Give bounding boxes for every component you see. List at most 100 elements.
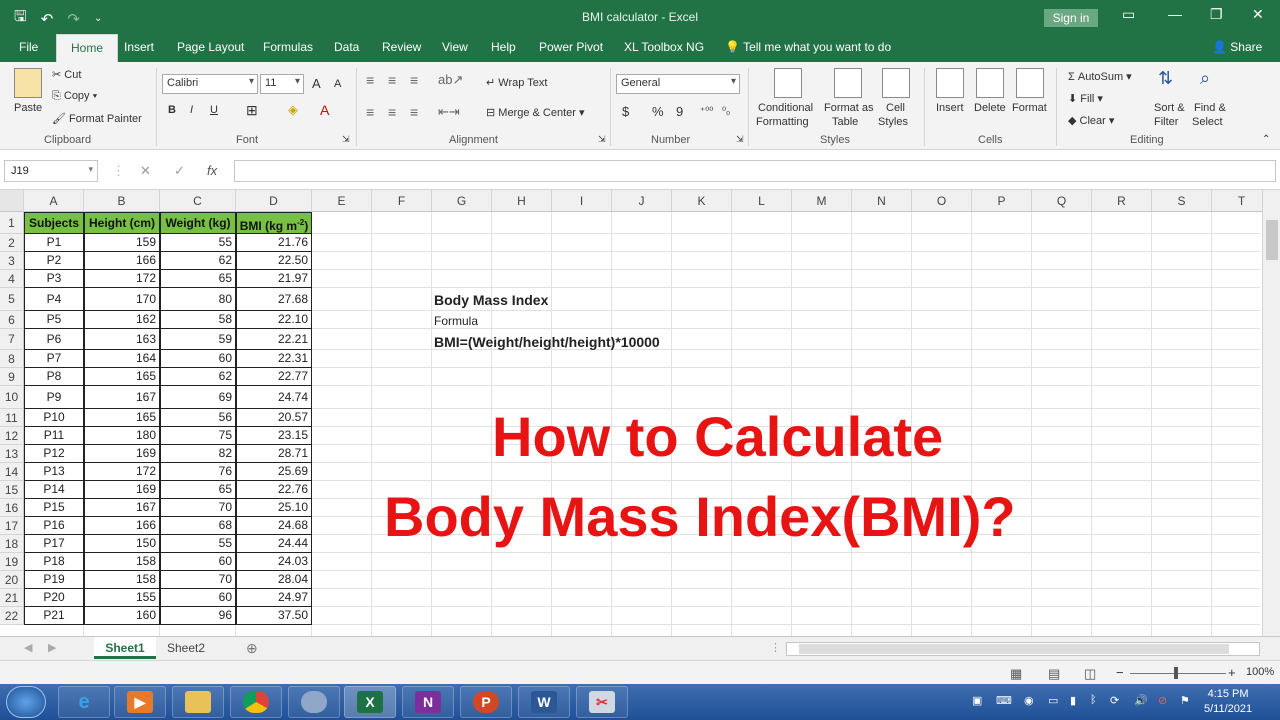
tray-network-icon[interactable]: ▮ xyxy=(1070,694,1076,707)
minimize-icon[interactable]: — xyxy=(1168,6,1182,22)
delete-cells-button[interactable]: Delete xyxy=(974,102,1006,114)
sort-filter-label[interactable]: Sort & xyxy=(1154,102,1185,114)
file-explorer-icon[interactable] xyxy=(172,686,224,718)
table-cell[interactable]: 20.57 xyxy=(236,409,312,427)
table-cell[interactable]: 22.77 xyxy=(236,368,312,386)
table-cell[interactable]: 60 xyxy=(160,589,236,607)
table-cell[interactable]: P19 xyxy=(24,571,84,589)
table-cell[interactable]: 21.76 xyxy=(236,234,312,252)
table-cell[interactable]: 25.10 xyxy=(236,499,312,517)
font-size-combo[interactable]: 11 ▾ xyxy=(260,74,304,94)
table-cell[interactable]: 65 xyxy=(160,481,236,499)
onenote-icon[interactable]: N xyxy=(402,686,454,718)
table-cell[interactable]: P17 xyxy=(24,535,84,553)
volume-icon[interactable]: 🔊 xyxy=(1134,694,1148,707)
scroll-right-icon[interactable]: ▶ xyxy=(48,641,56,654)
column-header-c[interactable]: C xyxy=(160,190,236,212)
excel-icon[interactable]: X xyxy=(344,686,396,718)
row-header-13[interactable]: 13 xyxy=(0,445,24,463)
table-cell[interactable]: 163 xyxy=(84,329,160,350)
autosum-button[interactable]: Σ AutoSum ▾ xyxy=(1068,70,1132,83)
tab-review[interactable]: Review xyxy=(382,40,421,54)
table-cell[interactable]: P7 xyxy=(24,350,84,368)
column-header-s[interactable]: S xyxy=(1152,190,1212,212)
table-cell[interactable]: 68 xyxy=(160,517,236,535)
format-as-table-icon[interactable] xyxy=(834,68,862,98)
table-cell[interactable]: 22.50 xyxy=(236,252,312,270)
table-cell[interactable]: 22.21 xyxy=(236,329,312,350)
table-cell[interactable]: 170 xyxy=(84,288,160,311)
conditional-formatting-label[interactable]: Conditional xyxy=(758,102,813,114)
font-name-combo[interactable]: Calibri ▾ xyxy=(162,74,258,94)
column-header-e[interactable]: E xyxy=(312,190,372,212)
insert-cells-icon[interactable] xyxy=(936,68,964,98)
table-cell[interactable]: 158 xyxy=(84,553,160,571)
orientation-icon[interactable]: ab↗ xyxy=(438,72,463,88)
start-icon[interactable] xyxy=(6,686,46,718)
enter-icon[interactable]: ✓ xyxy=(174,163,185,179)
horizontal-scrollbar[interactable] xyxy=(786,642,1260,656)
splitter-icon[interactable]: ⋮ xyxy=(770,641,781,654)
table-cell[interactable]: 59 xyxy=(160,329,236,350)
tab-help[interactable]: Help xyxy=(491,40,516,54)
row-header-1[interactable]: 1 xyxy=(0,212,24,234)
table-cell[interactable]: 28.71 xyxy=(236,445,312,463)
row-header-22[interactable]: 22 xyxy=(0,607,24,625)
clear-button[interactable]: ◆ Clear ▾ xyxy=(1068,114,1114,127)
cancel-icon[interactable]: ✕ xyxy=(140,163,151,179)
find-select-label-2[interactable]: Select xyxy=(1192,116,1223,128)
table-cell[interactable]: 80 xyxy=(160,288,236,311)
table-cell[interactable]: 158 xyxy=(84,571,160,589)
align-bottom-icon[interactable]: ≡ xyxy=(410,72,418,88)
conditional-formatting-label-2[interactable]: Formatting xyxy=(756,116,809,128)
column-header-m[interactable]: M xyxy=(792,190,852,212)
zoom-out-icon[interactable]: − xyxy=(1116,665,1124,680)
column-header-l[interactable]: L xyxy=(732,190,792,212)
table-cell[interactable]: 172 xyxy=(84,270,160,288)
format-cells-button[interactable]: Format xyxy=(1012,102,1047,114)
column-header-i[interactable]: I xyxy=(552,190,612,212)
table-cell[interactable]: 22.10 xyxy=(236,311,312,329)
tab-home[interactable]: Home xyxy=(56,34,119,62)
tray-person-icon[interactable]: ▣ xyxy=(972,694,982,707)
shrink-font-button[interactable]: A xyxy=(334,78,341,90)
app-icon[interactable] xyxy=(288,686,340,718)
share-button[interactable]: 👤 Share xyxy=(1212,40,1262,54)
note-formula[interactable]: BMI=(Weight/height/height)*10000 xyxy=(434,334,660,350)
flag-icon[interactable]: ⚑ xyxy=(1180,694,1190,707)
row-header-4[interactable]: 4 xyxy=(0,270,24,288)
tab-data[interactable]: Data xyxy=(334,40,359,54)
table-cell[interactable]: 96 xyxy=(160,607,236,625)
format-as-table-label[interactable]: Format as xyxy=(824,102,874,114)
table-cell[interactable]: P18 xyxy=(24,553,84,571)
table-cell[interactable]: 60 xyxy=(160,553,236,571)
table-cell[interactable]: 55 xyxy=(160,234,236,252)
column-header-d[interactable]: D xyxy=(236,190,312,212)
table-header-cell[interactable]: BMI (kg m-2) xyxy=(236,212,312,234)
align-left-icon[interactable]: ≡ xyxy=(366,104,374,120)
table-cell[interactable]: P15 xyxy=(24,499,84,517)
column-header-f[interactable]: F xyxy=(372,190,432,212)
comma-button[interactable]: 9 xyxy=(676,104,683,119)
table-cell[interactable]: 24.44 xyxy=(236,535,312,553)
column-header-q[interactable]: Q xyxy=(1032,190,1092,212)
column-header-g[interactable]: G xyxy=(432,190,492,212)
row-header-17[interactable]: 17 xyxy=(0,517,24,535)
table-cell[interactable]: 165 xyxy=(84,409,160,427)
table-cell[interactable]: 24.97 xyxy=(236,589,312,607)
wrap-text-button[interactable]: ↵ Wrap Text xyxy=(486,76,547,89)
format-painter-button[interactable]: 🖌 Format Painter xyxy=(52,112,142,125)
table-cell[interactable]: P16 xyxy=(24,517,84,535)
underline-button[interactable]: U xyxy=(210,104,218,116)
note-formula-label[interactable]: Formula xyxy=(434,314,478,328)
table-cell[interactable]: 169 xyxy=(84,481,160,499)
merge-center-button[interactable]: ⊟ Merge & Center ▾ xyxy=(486,106,585,119)
dialog-launcher-icon[interactable]: ⇲ xyxy=(342,134,350,145)
table-cell[interactable]: P12 xyxy=(24,445,84,463)
table-cell[interactable]: P5 xyxy=(24,311,84,329)
table-cell[interactable]: 166 xyxy=(84,517,160,535)
tray-alert-icon[interactable]: ⊘ xyxy=(1158,694,1167,707)
vertical-scroll-thumb[interactable] xyxy=(1266,220,1278,260)
tray-sync-icon[interactable]: ⟳ xyxy=(1110,694,1119,707)
snipping-tool-icon[interactable]: ✂ xyxy=(576,686,628,718)
